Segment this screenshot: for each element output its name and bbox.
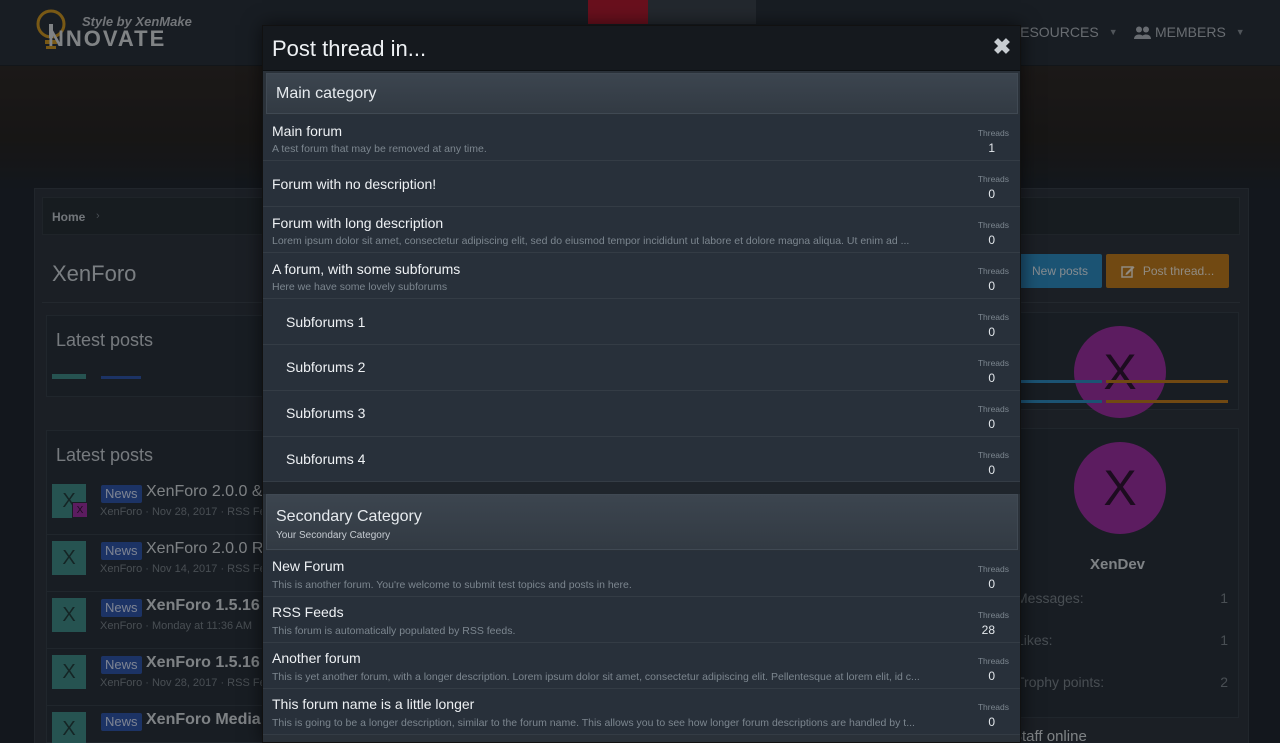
forum-name: Subforums 1: [286, 314, 366, 330]
threads-count: 0: [988, 325, 995, 339]
forum-name: Forum with no description!: [272, 176, 437, 192]
forum-row[interactable]: New Forum This is another forum. You're …: [263, 551, 1020, 597]
threads-count: 1: [988, 141, 995, 155]
forum-description: Lorem ipsum dolor sit amet, consectetur …: [272, 235, 910, 247]
threads-count: 0: [988, 417, 995, 431]
threads-label: Threads: [977, 358, 1009, 368]
threads-label: Threads: [977, 702, 1009, 712]
threads-label: Threads: [977, 174, 1009, 184]
forum-row[interactable]: Forum with long description Lorem ipsum …: [263, 207, 1020, 253]
category-separator: [263, 482, 1020, 494]
threads-label: Threads: [977, 128, 1009, 138]
subforum-row[interactable]: Subforums 4 Threads 0: [263, 437, 1020, 482]
forum-name: Forum with long description: [272, 215, 444, 231]
threads-count: 0: [988, 715, 995, 729]
forum-description: This forum is automatically populated by…: [272, 625, 516, 637]
threads-label: Threads: [977, 610, 1009, 620]
forum-description: Here we have some lovely subforums: [272, 281, 448, 293]
subforum-row[interactable]: Subforums 3 Threads 0: [263, 391, 1020, 437]
forum-description: This is another forum. You're welcome to…: [272, 579, 632, 591]
category-title: Secondary Category: [276, 508, 422, 525]
forum-row[interactable]: This forum name is a little longer This …: [263, 689, 1020, 735]
threads-label: Threads: [977, 266, 1009, 276]
forum-description: A test forum that may be removed at any …: [272, 143, 487, 155]
threads-count: 0: [988, 233, 995, 247]
threads-count: 0: [988, 577, 995, 591]
category-description: Your Secondary Category: [276, 530, 391, 541]
threads-count: 0: [988, 463, 995, 477]
close-icon[interactable]: ✖: [992, 36, 1012, 58]
forum-name: This forum name is a little longer: [272, 696, 475, 712]
forum-name: A forum, with some subforums: [272, 261, 461, 277]
threads-label: Threads: [977, 404, 1009, 414]
threads-label: Threads: [977, 450, 1009, 460]
forum-name: Subforums 4: [286, 451, 366, 467]
forum-row[interactable]: Main forum A test forum that may be remo…: [263, 115, 1020, 161]
forum-name: New Forum: [272, 558, 345, 574]
threads-count: 0: [988, 669, 995, 683]
threads-label: Threads: [977, 220, 1009, 230]
modal-title: Post thread in...: [272, 36, 427, 61]
post-thread-modal: Post thread in... ✖ Main category Main f…: [262, 25, 1021, 743]
forum-row[interactable]: RSS Feeds This forum is automatically po…: [263, 597, 1020, 643]
threads-label: Threads: [977, 312, 1009, 322]
forum-row[interactable]: Forum with no description! Threads 0: [263, 161, 1020, 207]
forum-description: This is going to be a longer description…: [272, 717, 915, 729]
forum-description: This is yet another forum, with a longer…: [272, 671, 920, 683]
subforum-row[interactable]: Subforums 1 Threads 0: [263, 299, 1020, 345]
threads-label: Threads: [977, 564, 1009, 574]
forum-row[interactable]: A forum, with some subforums Here we hav…: [263, 253, 1020, 299]
forum-name: RSS Feeds: [272, 604, 344, 620]
modal-header: Post thread in... ✖: [263, 26, 1020, 71]
category-title: Main category: [276, 85, 377, 102]
category-header[interactable]: Main category: [266, 73, 1018, 114]
forum-name: Main forum: [272, 123, 343, 139]
category-header[interactable]: Secondary Category Your Secondary Catego…: [266, 494, 1018, 550]
threads-count: 0: [988, 187, 995, 201]
forum-name: Subforums 3: [286, 405, 366, 421]
forum-name: Another forum: [272, 650, 361, 666]
threads-count: 0: [988, 371, 995, 385]
threads-count: 28: [981, 623, 995, 637]
threads-count: 0: [988, 279, 995, 293]
forum-name: Subforums 2: [286, 359, 366, 375]
threads-label: Threads: [977, 656, 1009, 666]
subforum-row[interactable]: Subforums 2 Threads 0: [263, 345, 1020, 391]
forum-row[interactable]: Another forum This is yet another forum,…: [263, 643, 1020, 689]
